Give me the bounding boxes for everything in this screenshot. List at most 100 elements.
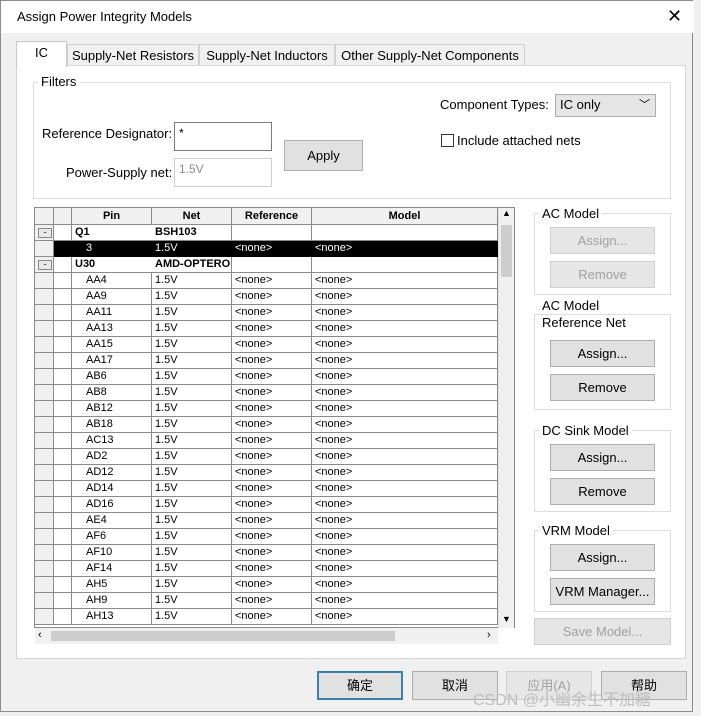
pin-cell[interactable]: AD16: [72, 497, 152, 513]
reference-cell[interactable]: <none>: [232, 497, 312, 513]
table-row[interactable]: AH13 1.5V <none> <none>: [35, 609, 498, 625]
dc-sink-remove-button[interactable]: Remove: [550, 478, 655, 505]
model-cell[interactable]: <none>: [312, 481, 498, 497]
table-row[interactable]: AE4 1.5V <none> <none>: [35, 513, 498, 529]
reference-cell[interactable]: <none>: [232, 577, 312, 593]
model-cell[interactable]: <none>: [312, 385, 498, 401]
pin-cell[interactable]: AA11: [72, 305, 152, 321]
table-row[interactable]: AH9 1.5V <none> <none>: [35, 593, 498, 609]
net-cell[interactable]: 1.5V: [152, 449, 232, 465]
reference-cell[interactable]: <none>: [232, 529, 312, 545]
net-cell[interactable]: 1.5V: [152, 353, 232, 369]
pin-cell[interactable]: AA13: [72, 321, 152, 337]
pin-cell[interactable]: AH5: [72, 577, 152, 593]
scroll-down-icon[interactable]: ▼: [502, 614, 511, 624]
pin-model-grid[interactable]: Pin Net Reference Model - Q1 BSH103 3 1.5V <n…: [34, 207, 515, 628]
pin-cell[interactable]: AB12: [72, 401, 152, 417]
column-header-model[interactable]: Model: [312, 208, 498, 225]
model-cell[interactable]: <none>: [312, 465, 498, 481]
model-cell[interactable]: <none>: [312, 593, 498, 609]
net-cell[interactable]: 1.5V: [152, 609, 232, 625]
group-row[interactable]: - Q1 BSH103: [35, 225, 498, 241]
net-cell[interactable]: 1.5V: [152, 305, 232, 321]
pin-cell[interactable]: AH9: [72, 593, 152, 609]
pin-cell[interactable]: 3: [72, 241, 152, 257]
ac-model-remove-button[interactable]: Remove: [550, 261, 655, 288]
pin-cell[interactable]: AD2: [72, 449, 152, 465]
component-types-select[interactable]: IC only ﹀: [555, 94, 656, 117]
model-cell[interactable]: <none>: [312, 305, 498, 321]
tab-ic[interactable]: IC: [16, 41, 67, 67]
reference-cell[interactable]: <none>: [232, 273, 312, 289]
net-cell[interactable]: 1.5V: [152, 529, 232, 545]
tab-other-supply-net-components[interactable]: Other Supply-Net Components: [335, 44, 525, 65]
reference-cell[interactable]: <none>: [232, 449, 312, 465]
reference-cell[interactable]: <none>: [232, 369, 312, 385]
pin-cell[interactable]: AA4: [72, 273, 152, 289]
pin-cell[interactable]: AD14: [72, 481, 152, 497]
reference-cell[interactable]: <none>: [232, 353, 312, 369]
pin-cell[interactable]: AB6: [72, 369, 152, 385]
net-cell[interactable]: 1.5V: [152, 465, 232, 481]
model-cell[interactable]: <none>: [312, 321, 498, 337]
net-cell[interactable]: 1.5V: [152, 433, 232, 449]
save-model-button[interactable]: Save Model...: [534, 618, 671, 645]
net-cell[interactable]: 1.5V: [152, 545, 232, 561]
column-header-reference[interactable]: Reference: [232, 208, 312, 225]
dc-sink-assign-button[interactable]: Assign...: [550, 444, 655, 471]
ok-button[interactable]: 确定: [317, 671, 403, 700]
reference-cell[interactable]: <none>: [232, 593, 312, 609]
net-cell[interactable]: 1.5V: [152, 577, 232, 593]
model-cell[interactable]: <none>: [312, 289, 498, 305]
reference-cell[interactable]: <none>: [232, 417, 312, 433]
model-cell[interactable]: <none>: [312, 433, 498, 449]
include-attached-nets-checkbox[interactable]: [441, 134, 454, 147]
net-cell[interactable]: 1.5V: [152, 593, 232, 609]
reference-cell[interactable]: <none>: [232, 609, 312, 625]
apply-filter-button[interactable]: Apply: [284, 140, 363, 171]
reference-cell[interactable]: <none>: [232, 545, 312, 561]
ac-ref-remove-button[interactable]: Remove: [550, 374, 655, 401]
net-cell[interactable]: 1.5V: [152, 561, 232, 577]
model-cell[interactable]: <none>: [312, 241, 498, 257]
table-row[interactable]: AA4 1.5V <none> <none>: [35, 273, 498, 289]
pin-cell[interactable]: AA15: [72, 337, 152, 353]
model-cell[interactable]: <none>: [312, 401, 498, 417]
table-row[interactable]: AB8 1.5V <none> <none>: [35, 385, 498, 401]
group-row[interactable]: - U30 AMD-OPTERO: [35, 257, 498, 273]
table-row[interactable]: AA13 1.5V <none> <none>: [35, 321, 498, 337]
table-row[interactable]: AB6 1.5V <none> <none>: [35, 369, 498, 385]
close-icon[interactable]: ✕: [667, 6, 682, 26]
grid-vertical-scrollbar[interactable]: ▲ ▼: [498, 208, 514, 628]
table-row[interactable]: AD2 1.5V <none> <none>: [35, 449, 498, 465]
net-cell[interactable]: 1.5V: [152, 385, 232, 401]
reference-cell[interactable]: <none>: [232, 337, 312, 353]
net-cell[interactable]: 1.5V: [152, 241, 232, 257]
reference-cell[interactable]: <none>: [232, 481, 312, 497]
reference-cell[interactable]: <none>: [232, 241, 312, 257]
pin-cell[interactable]: AF14: [72, 561, 152, 577]
model-cell[interactable]: <none>: [312, 561, 498, 577]
pin-cell[interactable]: AH13: [72, 609, 152, 625]
column-header-net[interactable]: Net: [152, 208, 232, 225]
model-cell[interactable]: <none>: [312, 337, 498, 353]
model-cell[interactable]: <none>: [312, 609, 498, 625]
pin-cell[interactable]: AD12: [72, 465, 152, 481]
scroll-right-icon[interactable]: ›: [487, 629, 491, 641]
vrm-manager-button[interactable]: VRM Manager...: [550, 578, 655, 605]
pin-cell[interactable]: AF6: [72, 529, 152, 545]
power-supply-net-input[interactable]: 1.5V: [174, 158, 272, 187]
model-cell[interactable]: <none>: [312, 273, 498, 289]
reference-cell[interactable]: <none>: [232, 561, 312, 577]
vrm-assign-button[interactable]: Assign...: [550, 544, 655, 571]
table-row[interactable]: 3 1.5V <none> <none>: [35, 241, 498, 257]
tab-supply-net-inductors[interactable]: Supply-Net Inductors: [199, 44, 335, 65]
table-row[interactable]: AA17 1.5V <none> <none>: [35, 353, 498, 369]
pin-cell[interactable]: AA9: [72, 289, 152, 305]
table-row[interactable]: AC13 1.5V <none> <none>: [35, 433, 498, 449]
reference-cell[interactable]: <none>: [232, 385, 312, 401]
vertical-scroll-thumb[interactable]: [501, 225, 512, 277]
net-cell[interactable]: 1.5V: [152, 417, 232, 433]
reference-cell[interactable]: <none>: [232, 289, 312, 305]
scroll-left-icon[interactable]: ‹: [38, 629, 42, 641]
